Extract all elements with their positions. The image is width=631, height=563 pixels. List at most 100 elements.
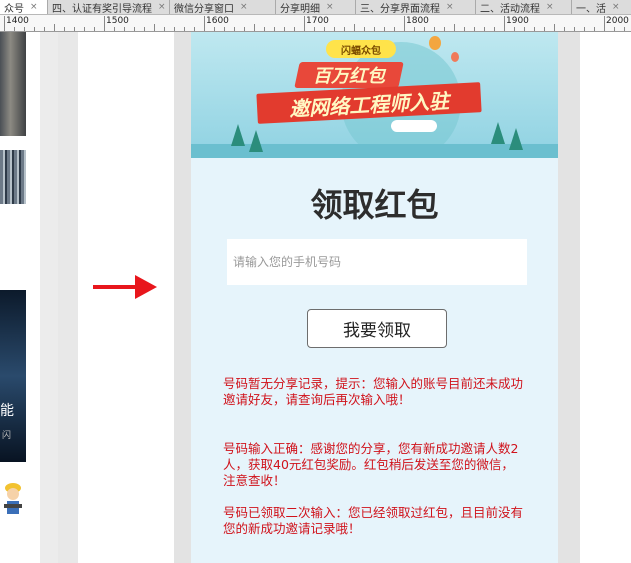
ruler-tick xyxy=(104,16,105,31)
message-success: 号码输入正确：感谢您的分享，您有新成功邀请人数2人，获取40元红包奖励。红包稍后… xyxy=(223,441,519,488)
ruler-tick xyxy=(54,24,55,31)
document-tab[interactable]: 众号 × xyxy=(0,0,48,14)
ruler-tick xyxy=(244,27,245,31)
close-icon[interactable]: × xyxy=(446,2,454,12)
ruler-tick xyxy=(404,16,405,31)
horizontal-ruler: 1400 1500 1600 1700 1800 1900 2000 xyxy=(0,15,631,32)
tab-label: 微信分享窗口 xyxy=(174,3,234,15)
ruler-label: 1900 xyxy=(506,16,529,26)
ruler-tick xyxy=(94,27,95,31)
ruler-tick xyxy=(4,16,5,31)
ruler-tick xyxy=(434,27,435,31)
ruler-tick xyxy=(314,27,315,31)
ruler-tick xyxy=(304,16,305,31)
ruler-tick xyxy=(624,27,625,31)
ruler-tick xyxy=(264,27,265,31)
ruler-tick xyxy=(384,27,385,31)
ruler-tick xyxy=(354,24,355,31)
tab-label: 一、活 xyxy=(576,3,606,15)
balloon-icon xyxy=(451,52,459,62)
ruler-tick xyxy=(64,27,65,31)
banner-ground xyxy=(191,144,558,158)
ruler-tick xyxy=(414,27,415,31)
ruler-label: 2000 xyxy=(606,16,629,26)
mobile-artboard: 闪蝠众包 百万红包 邀网络工程师入驻 领取红包 我要领取 号码暂无分享记录，提示… xyxy=(191,32,558,563)
tree-icon xyxy=(491,122,505,144)
ruler-tick xyxy=(124,27,125,31)
tab-label: 三、分享界面流程 xyxy=(360,3,440,15)
document-tab[interactable]: 四、认证有奖引导流程 × xyxy=(48,0,170,14)
ruler-tick xyxy=(224,27,225,31)
message-no-share-record: 号码暂无分享记录，提示：您输入的账号目前还未成功邀请好友，请查询后再次输入哦！ xyxy=(223,376,524,407)
ruler-tick xyxy=(484,27,485,31)
ruler-tick xyxy=(34,27,35,31)
right-artboard xyxy=(580,32,631,563)
close-icon[interactable]: × xyxy=(546,2,554,12)
ruler-label: 1700 xyxy=(306,16,329,26)
ruler-tick xyxy=(544,27,545,31)
canvas-gutter xyxy=(58,32,78,563)
ruler-tick xyxy=(564,27,565,31)
balloon-icon xyxy=(429,36,441,50)
tree-icon xyxy=(231,124,245,146)
ruler-tick xyxy=(334,27,335,31)
ruler-tick xyxy=(294,27,295,31)
ruler-tick xyxy=(494,27,495,31)
close-icon[interactable]: × xyxy=(612,2,620,12)
ruler-tick xyxy=(324,27,325,31)
document-tab[interactable]: 一、活 × xyxy=(572,0,631,14)
ruler-tick xyxy=(174,27,175,31)
phone-number-input[interactable] xyxy=(227,239,527,285)
ruler-tick xyxy=(584,27,585,31)
message-already-claimed: 号码已领取二次输入：您已经领取过红包，且目前没有您的新成功邀请记录哦！ xyxy=(223,505,524,536)
artboard-margin xyxy=(558,32,580,563)
ruler-tick xyxy=(594,27,595,31)
document-tab[interactable]: 分享明细 × xyxy=(276,0,356,14)
page-title: 领取红包 xyxy=(310,186,439,224)
close-icon[interactable]: × xyxy=(240,2,248,12)
tree-icon xyxy=(249,130,263,152)
ruler-tick xyxy=(524,27,525,31)
ruler-tick xyxy=(24,27,25,31)
ruler-label: 1400 xyxy=(6,16,29,26)
brand-badge: 闪蝠众包 xyxy=(326,40,396,58)
ruler-tick xyxy=(474,27,475,31)
document-tab[interactable]: 微信分享窗口 × xyxy=(170,0,276,14)
tab-label: 二、活动流程 xyxy=(480,3,540,15)
airplane-icon xyxy=(391,120,437,132)
tree-icon xyxy=(509,128,523,150)
ruler-tick xyxy=(44,27,45,31)
close-icon[interactable]: × xyxy=(326,2,334,12)
design-canvas: 能 闪 闪蝠众包 百万红包 邀网络工程师入驻 领取红包 请输入您的手机号码 我要… xyxy=(0,32,631,563)
tab-label: 众号 xyxy=(4,3,24,15)
ruler-tick xyxy=(74,27,75,31)
left-page-preview: 能 闪 xyxy=(0,32,40,563)
close-icon[interactable]: × xyxy=(158,2,166,12)
ruler-tick xyxy=(14,27,15,31)
thumbnail-image: 能 闪 xyxy=(0,290,26,462)
right-arrow-icon xyxy=(93,275,157,299)
ruler-tick xyxy=(214,27,215,31)
thumbnail-caption: 能 xyxy=(0,403,14,419)
document-tab[interactable]: 二、活动流程 × xyxy=(476,0,572,14)
ruler-tick xyxy=(154,24,155,31)
thumbnail-image xyxy=(0,32,26,136)
ruler-tick xyxy=(514,27,515,31)
ruler-tick xyxy=(204,16,205,31)
claim-redpacket-button[interactable]: 我要领取 xyxy=(307,309,447,348)
ruler-tick xyxy=(164,27,165,31)
close-icon[interactable]: × xyxy=(30,2,38,12)
ruler-label: 1800 xyxy=(406,16,429,26)
worker-avatar-icon xyxy=(2,480,24,518)
ruler-tick xyxy=(114,27,115,31)
ruler-tick xyxy=(84,27,85,31)
ruler-tick xyxy=(344,27,345,31)
ruler-label: 1500 xyxy=(106,16,129,26)
ruler-tick xyxy=(134,27,135,31)
document-tab[interactable]: 三、分享界面流程 × xyxy=(356,0,476,14)
ruler-tick xyxy=(254,24,255,31)
ruler-tick xyxy=(374,27,375,31)
ruler-tick xyxy=(234,27,235,31)
ruler-tick xyxy=(614,27,615,31)
ruler-tick xyxy=(144,27,145,31)
